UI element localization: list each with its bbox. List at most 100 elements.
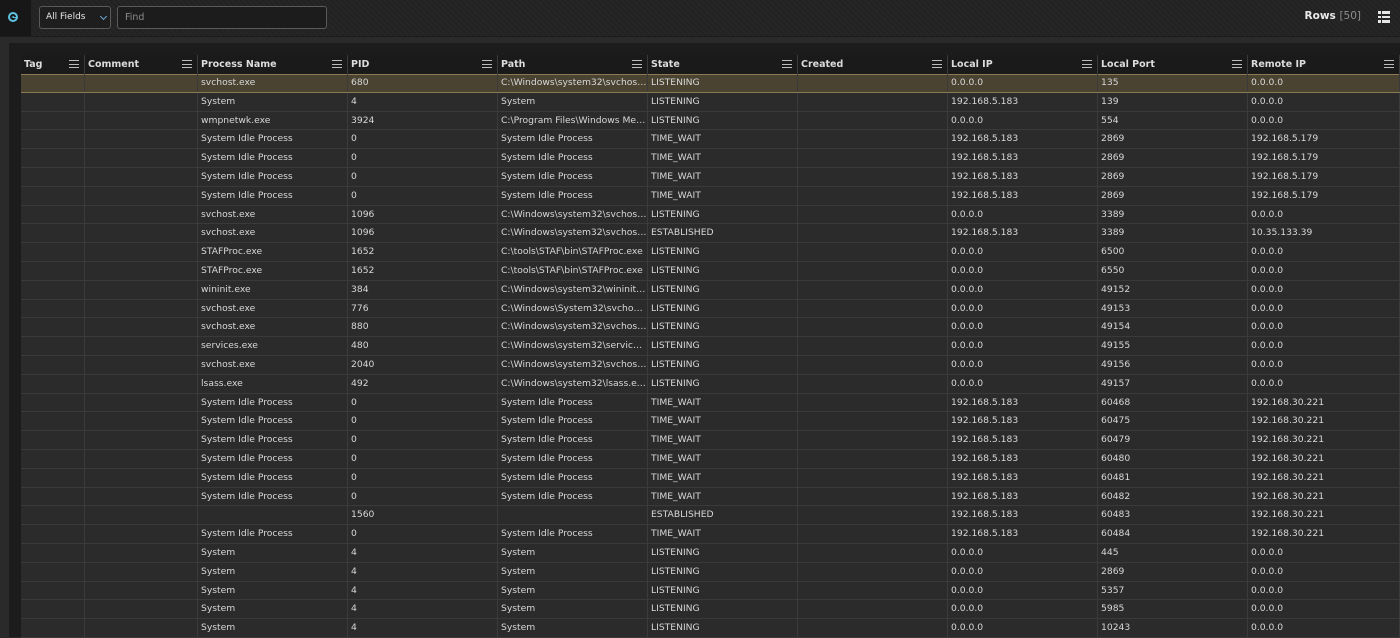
cell-local-port[interactable]: 60480 <box>1098 449 1248 468</box>
cell-pid[interactable]: 0 <box>348 487 498 506</box>
cell-remote-ip[interactable]: 0.0.0.0 <box>1248 280 1400 299</box>
cell-local-ip[interactable]: 0.0.0.0 <box>948 543 1098 562</box>
table-row[interactable]: System 4 System LISTENING 0.0.0.0 445 0.0.0.0 <box>21 543 1400 563</box>
cell-process-name[interactable]: System <box>198 581 348 600</box>
cell-pid[interactable]: 1652 <box>348 261 498 280</box>
cell-created[interactable] <box>798 355 948 374</box>
cell-remote-ip[interactable]: 192.168.5.179 <box>1248 167 1400 186</box>
cell-comment[interactable] <box>85 487 198 506</box>
cell-local-port[interactable]: 135 <box>1098 74 1248 92</box>
cell-remote-ip[interactable]: 0.0.0.0 <box>1248 74 1400 92</box>
cell-created[interactable] <box>798 149 948 168</box>
cell-path[interactable] <box>498 506 648 525</box>
cell-tag[interactable] <box>21 149 85 168</box>
cell-local-port[interactable]: 49154 <box>1098 318 1248 337</box>
grid-menu-icon[interactable] <box>1378 11 1390 23</box>
cell-created[interactable] <box>798 412 948 431</box>
cell-state[interactable]: LISTENING <box>648 299 798 318</box>
cell-pid[interactable]: 4 <box>348 619 498 638</box>
cell-remote-ip[interactable]: 192.168.30.221 <box>1248 506 1400 525</box>
cell-local-port[interactable]: 2869 <box>1098 562 1248 581</box>
cell-local-port[interactable]: 2869 <box>1098 149 1248 168</box>
table-row[interactable]: STAFProc.exe 1652 C:\tools\STAF\bin\STAFPr… <box>21 243 1400 262</box>
cell-path[interactable]: C:\Windows\system32\svchost.exe <box>498 224 648 243</box>
cell-local-ip[interactable]: 192.168.5.183 <box>948 431 1098 450</box>
cell-created[interactable] <box>798 261 948 280</box>
cell-process-name[interactable]: System Idle Process <box>198 393 348 412</box>
cell-state[interactable]: TIME_WAIT <box>648 130 798 149</box>
cell-pid[interactable]: 492 <box>348 374 498 393</box>
cell-pid[interactable]: 4 <box>348 581 498 600</box>
cell-process-name[interactable]: svchost.exe <box>198 205 348 224</box>
column-header-comment[interactable]: Comment <box>85 55 198 74</box>
cell-pid[interactable]: 384 <box>348 280 498 299</box>
cell-remote-ip[interactable]: 192.168.30.221 <box>1248 393 1400 412</box>
table-row[interactable]: lsass.exe 492 C:\Windows\system32\lsass.ex… <box>21 374 1400 394</box>
table-row[interactable]: svchost.exe 776 C:\Windows\System32\svchos… <box>21 299 1400 319</box>
cell-local-ip[interactable]: 0.0.0.0 <box>948 355 1098 374</box>
cell-comment[interactable] <box>85 224 198 243</box>
cell-path[interactable]: System Idle Process <box>498 186 648 205</box>
table-row[interactable]: System Idle Process 0 System Idle Process T… <box>21 186 1400 206</box>
cell-created[interactable] <box>798 280 948 299</box>
cell-process-name[interactable]: wininit.exe <box>198 280 348 299</box>
table-row[interactable]: System 4 System LISTENING 0.0.0.0 5985 0.0.0.0 <box>21 600 1400 620</box>
column-header-pid[interactable]: PID <box>348 55 498 74</box>
cell-local-ip[interactable]: 0.0.0.0 <box>948 243 1098 262</box>
cell-path[interactable]: System <box>498 562 648 581</box>
cell-tag[interactable] <box>21 130 85 149</box>
column-menu-icon[interactable] <box>182 60 192 69</box>
cell-state[interactable]: TIME_WAIT <box>648 431 798 450</box>
cell-comment[interactable] <box>85 581 198 600</box>
cell-local-port[interactable]: 60484 <box>1098 525 1248 544</box>
cell-local-ip[interactable]: 0.0.0.0 <box>948 318 1098 337</box>
cell-local-ip[interactable]: 0.0.0.0 <box>948 581 1098 600</box>
cell-local-ip[interactable]: 192.168.5.183 <box>948 506 1098 525</box>
cell-comment[interactable] <box>85 186 198 205</box>
cell-tag[interactable] <box>21 337 85 356</box>
cell-local-port[interactable]: 49156 <box>1098 355 1248 374</box>
cell-pid[interactable]: 0 <box>348 149 498 168</box>
column-header-process-name[interactable]: Process Name <box>198 55 348 74</box>
cell-created[interactable] <box>798 525 948 544</box>
cell-local-port[interactable]: 60483 <box>1098 506 1248 525</box>
column-menu-icon[interactable] <box>632 60 642 69</box>
cell-comment[interactable] <box>85 111 198 130</box>
cell-remote-ip[interactable]: 0.0.0.0 <box>1248 581 1400 600</box>
cell-pid[interactable]: 0 <box>348 167 498 186</box>
column-menu-icon[interactable] <box>69 60 79 69</box>
cell-remote-ip[interactable]: 192.168.30.221 <box>1248 449 1400 468</box>
cell-comment[interactable] <box>85 243 198 262</box>
cell-local-ip[interactable]: 0.0.0.0 <box>948 374 1098 393</box>
table-row[interactable]: svchost.exe 1096 C:\Windows\system32\svcho… <box>21 224 1400 244</box>
column-menu-icon[interactable] <box>782 60 792 69</box>
cell-local-port[interactable]: 49153 <box>1098 299 1248 318</box>
column-menu-icon[interactable] <box>1082 60 1092 69</box>
cell-path[interactable]: C:\Windows\system32\services.exe <box>498 337 648 356</box>
cell-created[interactable] <box>798 92 948 111</box>
cell-remote-ip[interactable]: 192.168.5.179 <box>1248 130 1400 149</box>
cell-local-port[interactable]: 49155 <box>1098 337 1248 356</box>
cell-remote-ip[interactable]: 0.0.0.0 <box>1248 92 1400 111</box>
cell-pid[interactable]: 4 <box>348 92 498 111</box>
cell-tag[interactable] <box>21 280 85 299</box>
cell-process-name[interactable]: STAFProc.exe <box>198 243 348 262</box>
cell-process-name[interactable]: STAFProc.exe <box>198 261 348 280</box>
cell-created[interactable] <box>798 111 948 130</box>
cell-state[interactable]: LISTENING <box>648 355 798 374</box>
cell-comment[interactable] <box>85 92 198 111</box>
cell-created[interactable] <box>798 543 948 562</box>
cell-path[interactable]: C:\Program Files\Windows Media Player <box>498 111 648 130</box>
table-row[interactable]: System Idle Process 0 System Idle Process T… <box>21 487 1400 507</box>
cell-remote-ip[interactable]: 192.168.30.221 <box>1248 431 1400 450</box>
cell-state[interactable]: LISTENING <box>648 318 798 337</box>
table-row[interactable]: svchost.exe 1096 C:\Windows\system32\svcho… <box>21 205 1400 225</box>
cell-path[interactable]: C:\tools\STAF\bin\STAFProc.exe <box>498 261 648 280</box>
cell-pid[interactable]: 4 <box>348 562 498 581</box>
cell-process-name[interactable]: System <box>198 600 348 619</box>
cell-remote-ip[interactable]: 0.0.0.0 <box>1248 374 1400 393</box>
cell-pid[interactable]: 0 <box>348 525 498 544</box>
cell-pid[interactable]: 4 <box>348 543 498 562</box>
cell-path[interactable]: System Idle Process <box>498 412 648 431</box>
cell-path[interactable]: C:\Windows\system32\svchost.exe <box>498 355 648 374</box>
